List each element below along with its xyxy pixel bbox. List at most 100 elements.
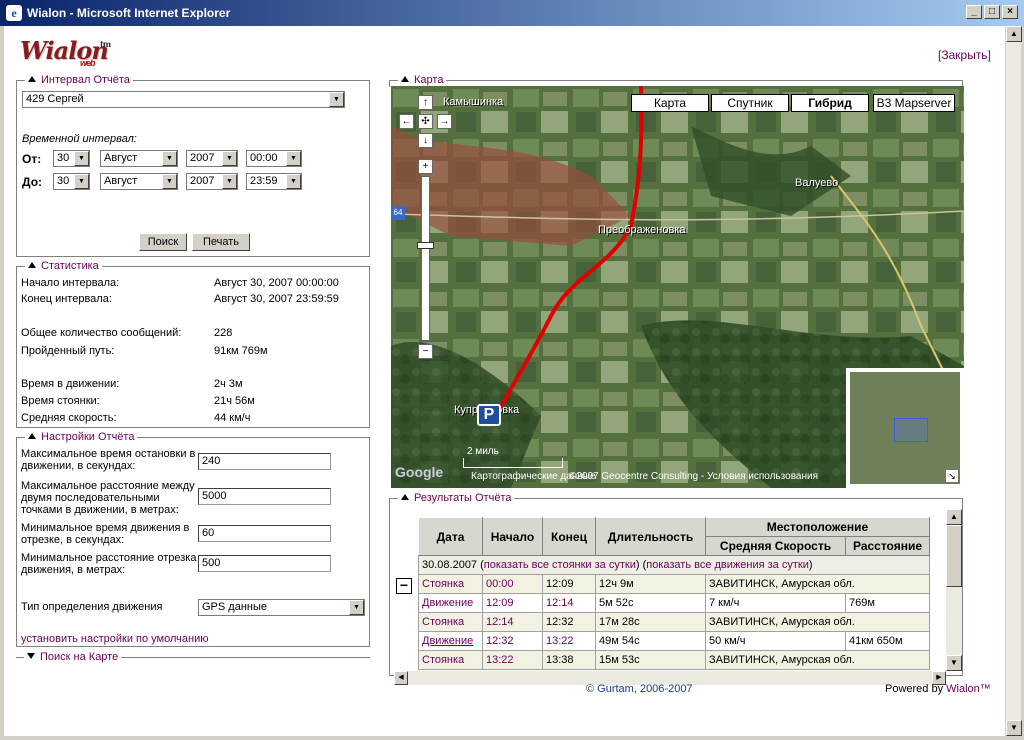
movement-type-label: Тип определения движения: [21, 601, 163, 613]
window-title: Wialon - Microsoft Internet Explorer: [27, 6, 231, 20]
max-stop-label: Максимальное время остановки в движении,…: [21, 448, 196, 472]
pan-down-icon[interactable]: ↓: [418, 133, 433, 148]
map-type-b3-mapserver[interactable]: B3 Mapserver: [873, 94, 955, 112]
col-location[interactable]: Местоположение: [705, 517, 930, 537]
collapse-arrow-icon[interactable]: [28, 262, 36, 268]
col-start[interactable]: Начало: [482, 517, 543, 556]
ie-icon: e: [6, 5, 22, 21]
collapse-arrow-icon[interactable]: [401, 494, 409, 500]
show-stops-link[interactable]: показать все стоянки за сутки: [484, 559, 636, 571]
map-search-panel: Поиск на Карте: [16, 651, 370, 666]
scroll-left-icon[interactable]: ◀: [394, 671, 408, 685]
statistics-legend[interactable]: Статистика: [25, 260, 102, 272]
maximize-button[interactable]: □: [984, 5, 1000, 19]
map-legend[interactable]: Карта: [398, 74, 447, 86]
place-label: Преображеновка: [598, 224, 686, 236]
min-distance-label: Минимальное расстояние отрезка движения,…: [21, 552, 197, 576]
scroll-down-icon[interactable]: ▼: [1006, 720, 1022, 736]
map-search-legend[interactable]: Поиск на Карте: [24, 651, 122, 663]
from-label: От:: [22, 152, 42, 166]
col-duration[interactable]: Длительность: [595, 517, 706, 556]
collapse-arrow-icon[interactable]: [28, 76, 36, 82]
from-month-select[interactable]: Август ▼: [100, 150, 178, 167]
parking-marker-icon[interactable]: P: [477, 404, 501, 426]
scroll-up-icon[interactable]: ▲: [946, 509, 962, 525]
map-type-satellite[interactable]: Спутник: [711, 94, 789, 112]
zoom-slider-handle[interactable]: [417, 242, 434, 249]
table-row[interactable]: Движение 12:09 12:14 5м 52с 7 км/ч 769м: [418, 593, 930, 613]
to-year-select[interactable]: 2007 ▼: [186, 173, 238, 190]
zoom-in-icon[interactable]: +: [418, 159, 433, 174]
scroll-down-icon[interactable]: ▼: [946, 655, 962, 671]
map-type-hybrid[interactable]: Гибрид: [791, 94, 869, 112]
col-avg-speed[interactable]: Средняя Скорость: [705, 536, 846, 556]
table-row[interactable]: Стоянка 12:14 12:32 17м 28с ЗАВИТИНСК, Амурс…: [418, 612, 930, 632]
to-day-select[interactable]: 30 ▼: [53, 173, 90, 190]
collapse-arrow-icon[interactable]: [401, 76, 409, 82]
report-results-legend[interactable]: Результаты Отчёта: [398, 492, 515, 504]
wialon-link[interactable]: Wialon™: [946, 683, 991, 695]
expand-arrow-icon[interactable]: [27, 653, 35, 659]
defaults-link[interactable]: установить настройки по умолчанию: [21, 633, 208, 645]
scale-bar: [463, 458, 563, 468]
report-results-panel: Результаты Отчёта Дата Начало Конец Длит…: [389, 492, 963, 685]
day-row: 30.08.2007 (показать все стоянки за сутк…: [418, 555, 930, 575]
max-stop-input[interactable]: 240: [198, 453, 331, 470]
place-label: Валуево: [795, 177, 839, 189]
scroll-up-icon[interactable]: ▲: [1006, 26, 1022, 42]
satellite-map[interactable]: Карта Спутник Гибрид B3 Mapserver ↑ ← ✣ …: [391, 86, 964, 488]
pan-center-icon[interactable]: ✣: [418, 114, 433, 129]
report-interval-legend[interactable]: Интервал Отчёта: [25, 74, 133, 86]
max-distance-input[interactable]: 5000: [198, 488, 331, 505]
overview-map[interactable]: ↘: [846, 368, 964, 488]
report-settings-legend[interactable]: Настройки Отчёта: [25, 431, 138, 443]
page-scrollbar[interactable]: ▲ ▼: [1005, 26, 1022, 736]
zoom-out-icon[interactable]: −: [418, 344, 433, 359]
show-moves-link[interactable]: показать все движения за сутки: [646, 559, 809, 571]
movement-type-select[interactable]: GPS данные ▼: [198, 599, 365, 616]
map-copyright[interactable]: ©2007 Geocentre Consulting - Условия исп…: [569, 471, 818, 482]
results-table: Дата Начало Конец Длительность Местополо…: [418, 517, 930, 670]
divider: [21, 119, 365, 120]
dropdown-arrow-icon[interactable]: ▼: [329, 92, 344, 107]
search-button[interactable]: Поиск: [139, 233, 187, 251]
collapse-arrow-icon[interactable]: [28, 433, 36, 439]
pan-left-icon[interactable]: ←: [399, 114, 414, 129]
from-year-select[interactable]: 2007 ▼: [186, 150, 238, 167]
report-interval-panel: Интервал Отчёта 429 Сергей ▼ Временной ин…: [16, 74, 370, 257]
minimize-button[interactable]: _: [966, 5, 982, 19]
results-vscroll-thumb[interactable]: [946, 525, 962, 587]
to-month-select[interactable]: Август ▼: [100, 173, 178, 190]
table-row[interactable]: Стоянка 13:22 13:38 15м 53с ЗАВИТИНСК, Амурс…: [418, 650, 930, 670]
pan-up-icon[interactable]: ↑: [418, 95, 433, 110]
collapse-overview-icon[interactable]: ↘: [946, 470, 958, 482]
collapse-day-icon[interactable]: −: [396, 578, 412, 594]
pan-right-icon[interactable]: →: [437, 114, 452, 129]
zoom-slider-track[interactable]: [421, 176, 430, 341]
to-time-select[interactable]: 23:59 ▼: [246, 173, 302, 190]
report-settings-panel: Настройки Отчёта Максимальное время оста…: [16, 431, 370, 647]
table-row[interactable]: Движение 12:32 13:22 49м 54с 50 км/ч 41км 650…: [418, 631, 930, 651]
divider: [21, 207, 365, 208]
table-row[interactable]: Стоянка 00:00 12:09 12ч 9м ЗАВИТИНСК, Амурск…: [418, 574, 930, 594]
min-time-label: Минимальное время движения в отрезке, в …: [21, 522, 190, 546]
close-link[interactable]: [Закрыть]: [938, 48, 991, 62]
scale-label: 2 миль: [467, 446, 499, 457]
unit-select[interactable]: 429 Сергей ▼: [22, 91, 345, 108]
place-label: Камышинка: [443, 96, 504, 108]
map-type-map[interactable]: Карта: [631, 94, 709, 112]
min-distance-input[interactable]: 500: [198, 555, 331, 572]
statistics-panel: Статистика Начало интервала: Август 30, 2…: [16, 260, 370, 428]
print-button[interactable]: Печать: [192, 233, 250, 251]
col-end[interactable]: Конец: [542, 517, 596, 556]
results-vscroll[interactable]: ▲ ▼: [946, 509, 962, 671]
google-logo: Google: [395, 464, 444, 480]
overview-viewport-box[interactable]: [894, 418, 928, 442]
from-time-select[interactable]: 00:00 ▼: [246, 150, 302, 167]
min-time-input[interactable]: 60: [198, 525, 331, 542]
close-window-button[interactable]: ×: [1002, 5, 1018, 19]
footer-divider: [389, 705, 991, 706]
col-distance[interactable]: Расстояние: [845, 536, 930, 556]
col-date[interactable]: Дата: [418, 517, 483, 556]
from-day-select[interactable]: 30 ▼: [53, 150, 90, 167]
